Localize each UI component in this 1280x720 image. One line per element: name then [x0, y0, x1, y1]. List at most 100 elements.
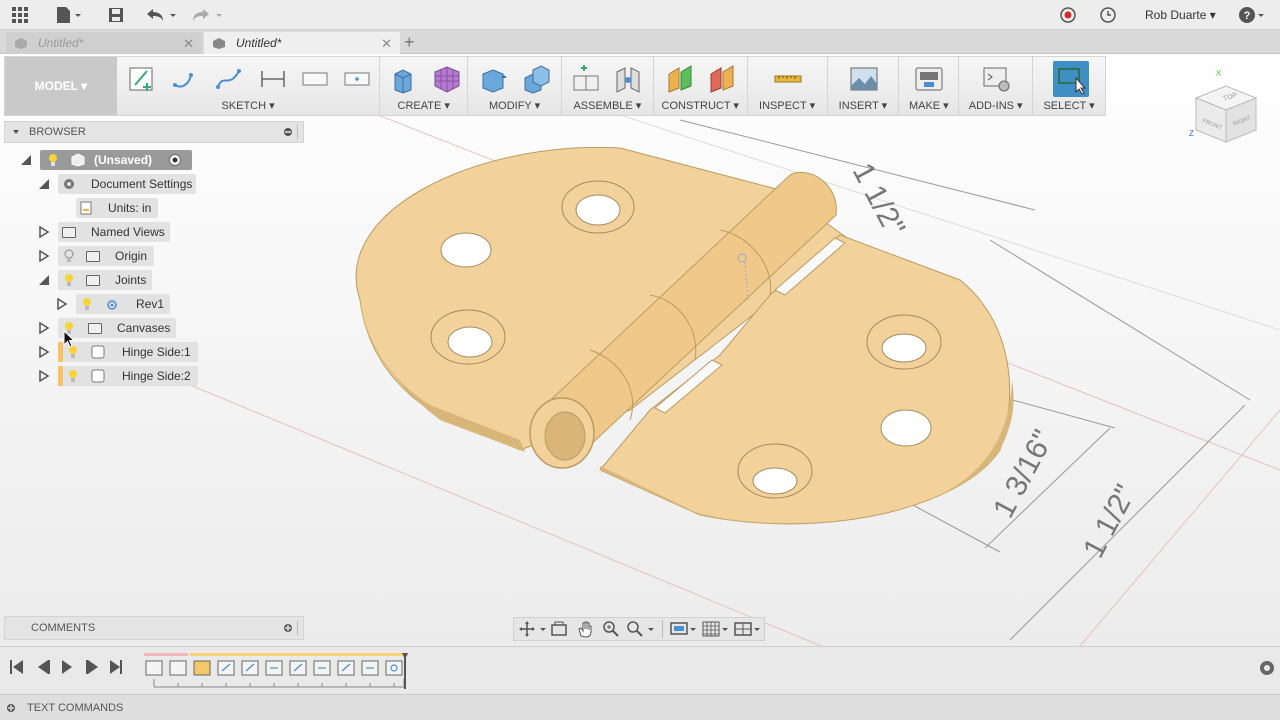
addins-group[interactable]: ADD-INS ▾	[959, 57, 1034, 115]
visibility-bulb-icon[interactable]	[64, 273, 74, 287]
step-back-icon[interactable]	[38, 660, 50, 674]
visibility-bulb-icon[interactable]	[68, 369, 78, 383]
view-cube[interactable]: TOP FRONT RIGHT X Z	[1186, 69, 1266, 150]
hidden-bulb-icon[interactable]	[64, 249, 74, 263]
undo-icon[interactable]	[144, 5, 178, 25]
go-to-end-icon[interactable]	[110, 660, 122, 674]
tree-label: (Unsaved)	[94, 153, 153, 167]
timeline-features[interactable]	[144, 653, 410, 689]
pin-icon[interactable]	[283, 127, 293, 137]
browser-panel-header[interactable]: BROWSER	[4, 121, 304, 143]
tree-label: Hinge Side:1	[122, 345, 191, 359]
app-bar: Rob Duarte ▾ ?	[0, 0, 1280, 30]
zoom-icon[interactable]	[602, 620, 620, 638]
make-group[interactable]: MAKE ▾	[899, 57, 960, 115]
display-settings-icon[interactable]	[669, 620, 699, 638]
activate-radio-icon[interactable]	[168, 153, 182, 167]
help-icon[interactable]: ?	[1238, 5, 1268, 25]
modify-group[interactable]: MODIFY ▾	[468, 57, 562, 115]
tree-label: Joints	[115, 273, 147, 287]
extrude-icon[interactable]	[388, 63, 420, 95]
workspace-selector[interactable]: MODEL ▾	[5, 57, 117, 115]
step-forward-icon[interactable]	[86, 660, 98, 674]
expanded-triangle-icon[interactable]	[38, 274, 50, 286]
sketch-group[interactable]: SKETCH ▾	[117, 57, 381, 115]
expanded-triangle-icon[interactable]	[38, 178, 50, 190]
3d-print-icon[interactable]	[913, 63, 945, 95]
record-icon[interactable]	[1058, 5, 1078, 25]
scripts-icon[interactable]	[981, 63, 1013, 95]
collapsed-triangle-icon[interactable]	[38, 322, 50, 334]
document-tab-strip: Untitled* ✕ Untitled* ✕ +	[0, 30, 1280, 54]
dimension-label: 1 1/2"	[846, 158, 911, 242]
fit-zoom-icon[interactable]	[626, 620, 656, 638]
go-to-start-icon[interactable]	[10, 660, 23, 674]
project-icon[interactable]	[341, 63, 373, 95]
comments-panel-header[interactable]: COMMENTS	[4, 616, 304, 640]
offset-plane-icon[interactable]	[664, 63, 696, 95]
document-tab[interactable]: Untitled* ✕	[6, 32, 202, 54]
timeline-settings-gear-icon[interactable]	[1258, 659, 1276, 677]
pan-hand-icon[interactable]	[576, 620, 594, 638]
look-at-icon[interactable]	[550, 620, 568, 638]
insert-group[interactable]: INSERT ▾	[828, 57, 900, 115]
select-group[interactable]: SELECT ▾	[1033, 57, 1105, 115]
close-icon[interactable]: ✕	[183, 36, 194, 52]
create-group-label: CREATE ▾	[397, 100, 450, 112]
body-icon	[91, 369, 105, 383]
fillet-icon[interactable]	[520, 63, 552, 95]
tree-row-joints: Joints	[64, 270, 146, 290]
create-group[interactable]: CREATE ▾	[380, 57, 469, 115]
joint-icon[interactable]	[612, 63, 644, 95]
axis-x-label: X	[1216, 70, 1222, 78]
comments-title: COMMENTS	[31, 622, 96, 634]
add-comment-icon[interactable]	[283, 623, 293, 633]
clock-icon[interactable]	[1098, 5, 1118, 25]
create-sketch-icon[interactable]	[125, 63, 157, 95]
collapsed-triangle-icon[interactable]	[56, 298, 68, 310]
inspect-group[interactable]: INSPECT ▾	[748, 57, 828, 115]
visibility-bulb-icon[interactable]	[82, 297, 92, 311]
tab-label: Untitled*	[38, 36, 84, 50]
document-tab-active[interactable]: Untitled* ✕	[204, 32, 400, 54]
expand-icon[interactable]	[6, 703, 16, 713]
construct-group[interactable]: CONSTRUCT ▾	[654, 57, 748, 115]
plane-at-angle-icon[interactable]	[706, 63, 738, 95]
user-menu[interactable]: Rob Duarte ▾	[1145, 8, 1216, 22]
new-component-icon[interactable]	[570, 63, 602, 95]
measure-icon[interactable]	[772, 63, 804, 95]
insert-image-icon[interactable]	[848, 63, 880, 95]
grid-settings-icon[interactable]	[701, 620, 731, 638]
navigation-bar	[513, 617, 765, 641]
workspace-label: MODEL ▾	[34, 79, 88, 93]
tree-row-units: Units: in	[80, 198, 151, 218]
gear-icon	[64, 179, 74, 189]
orbit-icon[interactable]	[518, 620, 548, 638]
collapsed-triangle-icon[interactable]	[38, 226, 50, 238]
expanded-triangle-icon[interactable]	[20, 154, 32, 166]
collapsed-triangle-icon[interactable]	[38, 370, 50, 382]
dimension-icon[interactable]	[257, 63, 289, 95]
form-icon[interactable]	[430, 63, 462, 95]
new-tab-icon[interactable]: +	[404, 32, 415, 53]
close-icon[interactable]: ✕	[381, 36, 392, 52]
visibility-bulb-icon[interactable]	[48, 153, 58, 167]
tree-row-document-settings: Document Settings	[62, 174, 192, 194]
press-pull-icon[interactable]	[478, 63, 510, 95]
rectangle-icon[interactable]	[299, 63, 331, 95]
collapsed-triangle-icon[interactable]	[38, 346, 50, 358]
play-icon[interactable]	[62, 660, 72, 674]
viewports-icon[interactable]	[733, 620, 763, 638]
redo-icon[interactable]	[190, 5, 224, 25]
collapsed-triangle-icon[interactable]	[38, 250, 50, 262]
save-icon[interactable]	[106, 5, 126, 25]
collapse-icon[interactable]	[11, 127, 21, 137]
tree-row-origin: Origin	[64, 246, 147, 266]
file-icon[interactable]	[54, 5, 84, 25]
assemble-group[interactable]: ASSEMBLE ▾	[562, 57, 654, 115]
text-commands-bar[interactable]: TEXT COMMANDS	[0, 694, 1280, 720]
grid-menu-icon[interactable]	[10, 5, 30, 25]
select-icon[interactable]	[1053, 61, 1090, 97]
spline-icon[interactable]	[213, 63, 245, 95]
line-icon[interactable]	[169, 63, 201, 95]
